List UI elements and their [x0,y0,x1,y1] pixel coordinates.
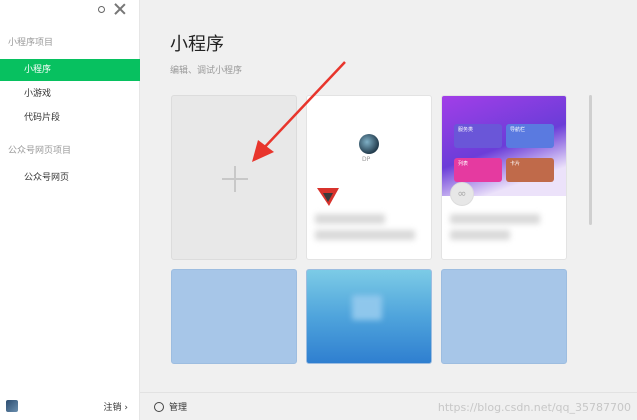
manage-button[interactable]: 管理 [154,400,187,413]
sidebar-item-label: 代码片段 [24,113,61,123]
gear-icon [154,401,164,412]
section-title-miniprogram: 小程序项目 [8,38,54,48]
project-card[interactable] [441,269,567,364]
sidebar-footer: 注销 › [0,392,140,420]
preview-tile: 卡片 [506,158,554,182]
blurred-project-logo [352,295,382,320]
settings-dot-icon[interactable] [98,5,105,13]
project-card[interactable] [171,269,297,364]
sidebar-item-label: 小游戏 [24,89,52,99]
preview-tile: 导航栏 [506,124,554,148]
sidebar-item-miniprogram[interactable]: 小程序 [0,59,140,81]
project-caption: DP [362,156,371,163]
sidebar-item-minigame[interactable]: 小游戏 [0,83,140,105]
app-window: 小程序项目 小程序 小游戏 代码片段 公众号网页项目 公众号网页 注销 › 小程… [0,0,637,420]
logout-button[interactable]: 注销 › [104,400,128,413]
project-card[interactable]: DP [306,95,432,260]
preview-tile: 服务类 [454,124,502,148]
blurred-project-info [315,230,415,240]
project-card[interactable]: 服务类 导航栏 列表 卡片 ∞ [441,95,567,260]
avatar[interactable] [6,400,18,412]
sidebar-item-official-web[interactable]: 公众号网页 [0,167,140,189]
section-title-official-account: 公众号网页项目 [8,146,72,156]
blurred-project-name [450,214,540,224]
project-preview: 服务类 导航栏 列表 卡片 [442,96,566,196]
watermark: https://blog.csdn.net/qq_35787700 [437,401,631,414]
close-icon[interactable] [113,2,127,16]
brand-logo-icon [317,188,339,206]
window-controls [98,2,127,16]
sidebar-item-code-snippet[interactable]: 代码片段 [0,107,140,129]
preview-tile: 列表 [454,158,502,182]
sidebar: 小程序项目 小程序 小游戏 代码片段 公众号网页项目 公众号网页 注销 › [0,0,140,420]
blurred-project-name [315,214,385,224]
page-title: 小程序 [170,34,224,55]
scrollbar[interactable] [589,95,592,225]
new-project-card[interactable] [171,95,297,260]
page-subtitle: 编辑、调试小程序 [170,66,243,76]
blurred-project-info [450,230,510,240]
project-logo-icon [359,134,379,154]
link-icon: ∞ [450,182,474,206]
main-panel: 小程序 编辑、调试小程序 DP 服务类 导航栏 列表 卡片 ∞ 管理 [140,0,637,420]
project-card[interactable] [306,269,432,364]
plus-icon [222,166,248,192]
sidebar-item-label: 小程序 [24,65,52,75]
sidebar-item-label: 公众号网页 [24,173,70,183]
manage-label: 管理 [169,403,188,413]
